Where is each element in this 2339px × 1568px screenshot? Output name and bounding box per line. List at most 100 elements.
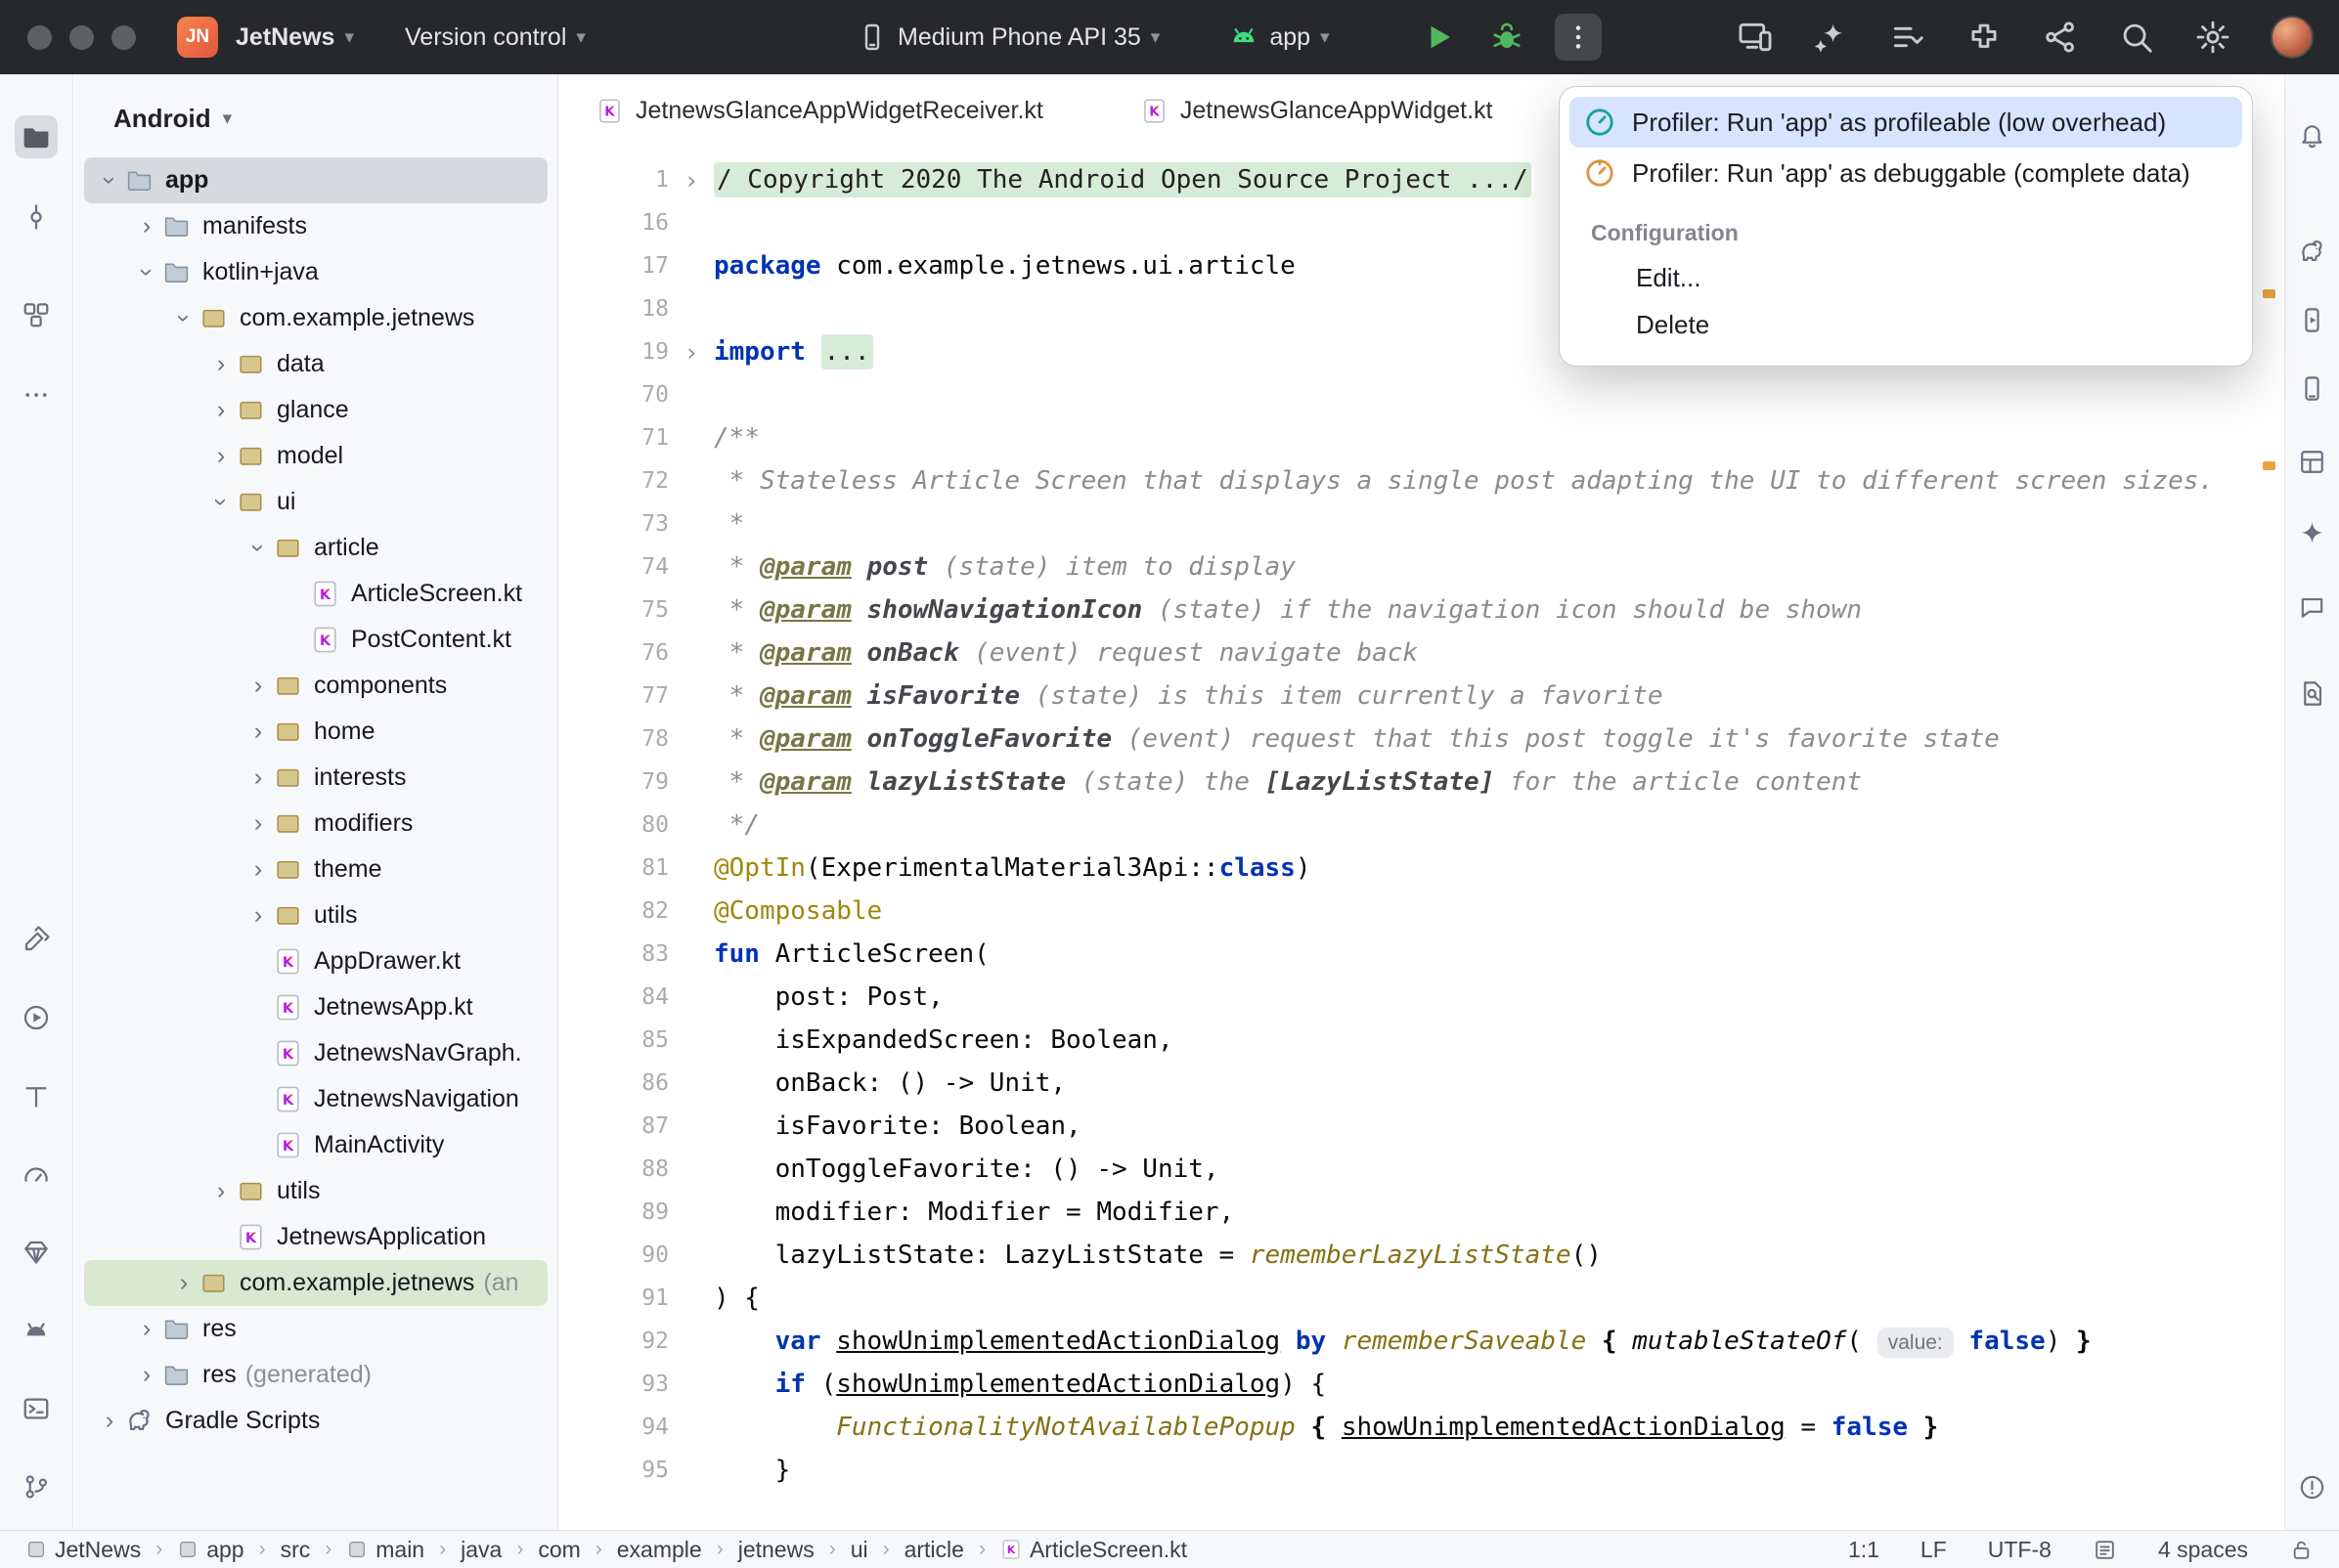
code-line-89[interactable]: 89 modifier: Modifier = Modifier, xyxy=(559,1191,2283,1234)
tool-button-problems-icon[interactable] xyxy=(2292,1466,2333,1507)
breadcrumb-item-jetnews[interactable]: JetNews xyxy=(25,1537,141,1563)
tree-chevron-icon[interactable]: › xyxy=(205,350,237,378)
encoding-widget[interactable]: UTF-8 xyxy=(1988,1537,2052,1563)
popup-action-edit[interactable]: Edit... xyxy=(1569,254,2242,301)
tree-item-manifests[interactable]: ›manifests xyxy=(84,203,548,249)
tree-item-appdrawer-kt[interactable]: KAppDrawer.kt xyxy=(84,938,548,984)
tree-item-com-example-jetnews[interactable]: ›com.example.jetnews xyxy=(84,295,548,341)
tree-item-model[interactable]: ›model xyxy=(84,433,548,479)
code-line-85[interactable]: 85 isExpandedScreen: Boolean, xyxy=(559,1019,2283,1062)
code-line-80[interactable]: 80 */ xyxy=(559,804,2283,847)
task-list-icon[interactable] xyxy=(1889,19,1926,56)
tree-item-glance[interactable]: ›glance xyxy=(84,387,548,433)
tab-jetnewsglanceappwidgetreceiver[interactable]: K JetnewsGlanceAppWidgetReceiver.kt xyxy=(596,97,1043,125)
close-window-button[interactable] xyxy=(27,25,52,50)
tree-chevron-icon[interactable]: › xyxy=(170,303,199,334)
tree-chevron-icon[interactable]: › xyxy=(205,442,237,470)
tree-chevron-icon[interactable]: › xyxy=(94,1407,125,1435)
search-icon[interactable] xyxy=(2118,19,2155,56)
breadcrumb-item-articlescreen-kt[interactable]: KArticleScreen.kt xyxy=(1000,1537,1187,1563)
tool-button-gemini-icon[interactable] xyxy=(2292,512,2333,553)
code-line-76[interactable]: 76 * @param onBack (event) request navig… xyxy=(559,632,2283,675)
tree-chevron-icon[interactable]: › xyxy=(133,257,161,288)
breadcrumb-item-src[interactable]: src xyxy=(281,1537,311,1563)
tool-button-device-explorer-icon[interactable] xyxy=(2292,368,2333,409)
tree-chevron-icon[interactable]: › xyxy=(205,396,237,424)
tree-chevron-icon[interactable]: › xyxy=(131,1361,162,1389)
tool-button-assistant-icon[interactable] xyxy=(2292,587,2333,628)
zoom-window-button[interactable] xyxy=(111,25,136,50)
tree-item-modifiers[interactable]: ›modifiers xyxy=(84,801,548,847)
code-line-95[interactable]: 95 } xyxy=(559,1449,2283,1492)
mirror-device-icon[interactable] xyxy=(1737,19,1774,56)
tree-chevron-icon[interactable]: › xyxy=(243,672,274,700)
code-line-86[interactable]: 86 onBack: () -> Unit, xyxy=(559,1062,2283,1105)
run-configuration-selector[interactable]: app ▾ xyxy=(1228,22,1329,53)
tree-chevron-icon[interactable]: › xyxy=(243,901,274,930)
tree-item-res[interactable]: ›res xyxy=(84,1306,548,1352)
tool-button-running-devices-icon[interactable] xyxy=(2292,299,2333,340)
code-line-84[interactable]: 84 post: Post, xyxy=(559,976,2283,1019)
tree-item-utils[interactable]: ›utils xyxy=(84,893,548,938)
code-line-81[interactable]: 81@OptIn(ExperimentalMaterial3Api::class… xyxy=(559,847,2283,890)
tree-item-gradle-scripts[interactable]: ›Gradle Scripts xyxy=(84,1398,548,1444)
tree-item-home[interactable]: ›home xyxy=(84,709,548,755)
tree-chevron-icon[interactable]: › xyxy=(243,809,274,838)
code-line-94[interactable]: 94 FunctionalityNotAvailablePopup { show… xyxy=(559,1406,2283,1449)
tree-item-app[interactable]: ›app xyxy=(84,157,548,203)
tree-item-mainactivity[interactable]: KMainActivity xyxy=(84,1122,548,1168)
code-line-88[interactable]: 88 onToggleFavorite: () -> Unit, xyxy=(559,1148,2283,1191)
breadcrumb-item-example[interactable]: example xyxy=(617,1537,702,1563)
minimize-window-button[interactable] xyxy=(69,25,94,50)
code-line-91[interactable]: 91) { xyxy=(559,1277,2283,1320)
tool-button-device-manager-icon[interactable] xyxy=(15,1310,58,1353)
tree-chevron-icon[interactable]: › xyxy=(243,718,274,746)
code-line-78[interactable]: 78 * @param onToggleFavorite (event) req… xyxy=(559,718,2283,761)
tree-item-com-example-jetnews[interactable]: ›com.example.jetnews(an xyxy=(84,1260,548,1306)
tree-item-postcontent-kt[interactable]: KPostContent.kt xyxy=(84,617,548,663)
tool-button-commit-icon[interactable] xyxy=(15,196,58,239)
breadcrumb-item-java[interactable]: java xyxy=(461,1537,502,1563)
share-icon[interactable] xyxy=(2042,19,2079,56)
tree-chevron-icon[interactable]: › xyxy=(244,533,273,564)
tree-chevron-icon[interactable]: › xyxy=(243,763,274,792)
tree-item-articlescreen-kt[interactable]: KArticleScreen.kt xyxy=(84,571,548,617)
tool-button-profiler-icon[interactable] xyxy=(15,1154,58,1197)
tool-button-version-control-icon[interactable] xyxy=(15,1465,58,1508)
tool-button-terminal-icon[interactable] xyxy=(15,1387,58,1430)
tool-button-project-icon[interactable] xyxy=(15,115,58,158)
tree-item-jetnewsapplication[interactable]: KJetnewsApplication xyxy=(84,1214,548,1260)
tool-button-notifications-icon[interactable] xyxy=(2292,113,2333,154)
tree-item-components[interactable]: ›components xyxy=(84,663,548,709)
tree-chevron-icon[interactable]: › xyxy=(243,855,274,884)
tool-button-structure-icon[interactable] xyxy=(15,293,58,336)
code-line-74[interactable]: 74 * @param post (state) item to display xyxy=(559,545,2283,588)
code-line-72[interactable]: 72 * Stateless Article Screen that displ… xyxy=(559,459,2283,502)
tool-button-documentation-icon[interactable] xyxy=(2292,673,2333,714)
breadcrumb-item-jetnews[interactable]: jetnews xyxy=(738,1537,815,1563)
tree-item-jetnewsapp-kt[interactable]: KJetnewsApp.kt xyxy=(84,984,548,1030)
debug-button[interactable] xyxy=(1486,17,1527,58)
more-run-options-button[interactable] xyxy=(1555,14,1602,61)
code-line-90[interactable]: 90 lazyListState: LazyListState = rememb… xyxy=(559,1234,2283,1277)
breadcrumb-item-com[interactable]: com xyxy=(538,1537,580,1563)
device-selector[interactable]: Medium Phone API 35 ▾ xyxy=(857,22,1160,53)
ai-assistant-icon[interactable] xyxy=(1813,19,1850,56)
editor-config-icon[interactable] xyxy=(2093,1538,2117,1562)
settings-icon[interactable] xyxy=(2194,19,2231,56)
tree-item-data[interactable]: ›data xyxy=(84,341,548,387)
fold-chevron-icon[interactable]: › xyxy=(669,166,714,195)
tree-item-theme[interactable]: ›theme xyxy=(84,847,548,893)
popup-item-profiler-profileable[interactable]: Profiler: Run 'app' as profileable (low … xyxy=(1569,97,2242,148)
tree-chevron-icon[interactable]: › xyxy=(131,1315,162,1343)
tree-chevron-icon[interactable]: › xyxy=(205,1177,237,1205)
scrollbar-warning-tick[interactable] xyxy=(2263,289,2275,298)
tree-item-article[interactable]: ›article xyxy=(84,525,548,571)
tool-button-todo-icon[interactable] xyxy=(15,1075,58,1118)
tree-chevron-icon[interactable]: › xyxy=(131,212,162,240)
popup-action-delete[interactable]: Delete xyxy=(1569,301,2242,348)
caret-position-widget[interactable]: 1:1 xyxy=(1848,1537,1879,1563)
unlocked-icon[interactable] xyxy=(2289,1538,2314,1562)
tree-chevron-icon[interactable]: › xyxy=(168,1269,199,1297)
code-line-71[interactable]: 71/** xyxy=(559,416,2283,459)
